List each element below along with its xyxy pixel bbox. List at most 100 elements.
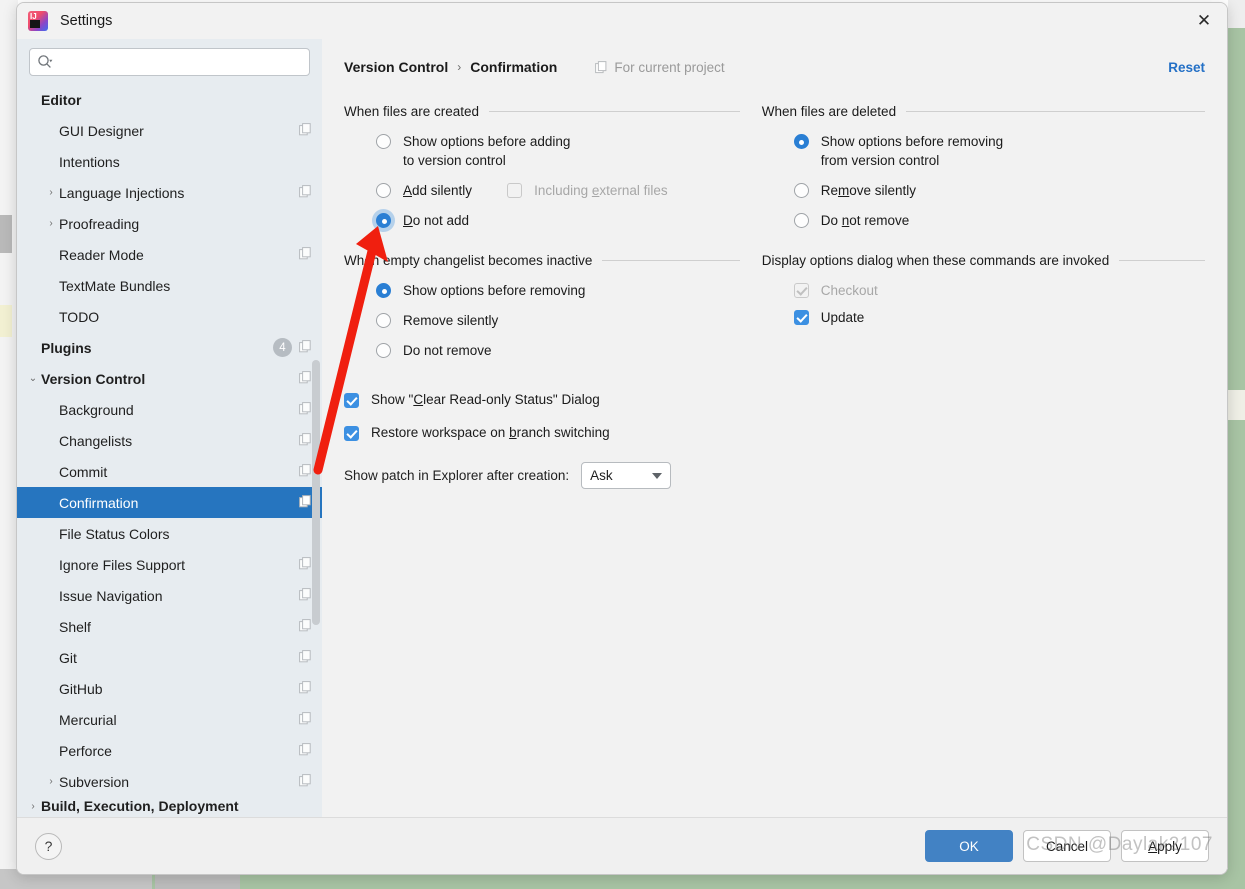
project-scope-text: For current project [614, 59, 725, 75]
sidebar-item-label: Intentions [59, 153, 120, 170]
option-including-external-files[interactable]: Including external files [507, 181, 668, 200]
watermark: CSDN @Daylak2107 [1026, 834, 1213, 855]
sidebar-item-changelists[interactable]: ›Changelists [17, 425, 322, 456]
option-label: Do not remove [403, 343, 492, 358]
option-do-not-remove-changelist[interactable]: Do not remove [344, 341, 740, 360]
checkbox-restore-workspace-on-branch-switching[interactable] [344, 426, 359, 441]
sidebar-item-plugins[interactable]: ›Plugins 4 [17, 332, 322, 363]
sidebar-item-shelf[interactable]: ›Shelf [17, 611, 322, 642]
option-label: Do not remove [820, 213, 910, 228]
sidebar-item-gui-designer[interactable]: ›GUI Designer [17, 115, 322, 146]
sidebar-scrollbar[interactable] [310, 75, 322, 855]
sidebar-scrollbar-thumb[interactable] [312, 360, 320, 625]
chevron-right-icon: › [43, 311, 59, 322]
option-label: Including external files [534, 183, 668, 198]
sidebar-item-commit[interactable]: ›Commit [17, 456, 322, 487]
checkbox-checkout[interactable] [793, 283, 809, 298]
sidebar-item-label: Version Control [41, 370, 146, 387]
chevron-right-icon: › [43, 683, 59, 694]
created-section-title: When files are created [344, 104, 480, 119]
sidebar-item-intentions[interactable]: ›Intentions [17, 146, 322, 177]
chevron-right-icon[interactable]: › [43, 187, 59, 198]
option-remove-silently-vc[interactable]: Remove silently [762, 181, 1205, 200]
option-do-not-add[interactable]: Do not add [344, 211, 740, 230]
sidebar-item-mercurial[interactable]: ›Mercurial [17, 704, 322, 735]
option-show-options-before-removing-changelist[interactable]: Show options before removing [344, 281, 740, 300]
sidebar-item-git[interactable]: ›Git [17, 642, 322, 673]
option-label: Show options before removing from versio… [820, 134, 1004, 168]
sidebar-item-label: TODO [59, 308, 100, 325]
radio-do-not-add[interactable] [376, 213, 391, 228]
radio-remove-silently[interactable] [376, 313, 391, 328]
search-icon [37, 54, 53, 70]
radio-show-options-before-adding[interactable] [376, 134, 391, 149]
sidebar-item-version-control[interactable]: ⌄ Version Control [17, 363, 322, 394]
chevron-right-icon[interactable]: › [43, 218, 59, 229]
radio-remove-silently-vc[interactable] [793, 183, 809, 198]
option-remove-silently-changelist[interactable]: Remove silently [344, 311, 740, 330]
chevron-down-icon[interactable]: ⌄ [25, 373, 41, 384]
option-restore-workspace-on-branch-switching[interactable]: Restore workspace on branch switching [344, 423, 740, 442]
option-label: Show "Clear Read-only Status" Dialog [371, 392, 600, 407]
changelist-section-header: When empty changelist becomes inactive [344, 253, 740, 268]
background-left-yellow-band [0, 305, 12, 337]
sidebar-item-label: Editor [41, 91, 82, 108]
chevron-right-icon: › [43, 559, 59, 570]
breadcrumb-current: Confirmation [470, 59, 558, 75]
sidebar-item-background[interactable]: ›Background [17, 394, 322, 425]
sidebar-item-label: Subversion [59, 773, 130, 790]
left-column: When files are created Show options befo… [344, 104, 740, 489]
sidebar-item-todo[interactable]: ›TODO [17, 301, 322, 332]
sidebar-item-confirmation[interactable]: ›Confirmation [17, 487, 322, 518]
sidebar-item-label: Reader Mode [59, 246, 144, 263]
radio-add-silently[interactable] [376, 183, 391, 198]
sidebar-item-perforce[interactable]: ›Perforce [17, 735, 322, 766]
chevron-right-icon: › [43, 466, 59, 477]
option-do-not-remove-vc[interactable]: Do not remove [762, 211, 1205, 230]
ok-button[interactable]: OK [925, 830, 1013, 862]
sidebar-item-subversion[interactable]: › Subversion [17, 766, 322, 797]
radio-show-options-before-removing[interactable] [376, 283, 391, 298]
sidebar-item-build-execution-deployment[interactable]: › Build, Execution, Deployment [17, 797, 322, 815]
breadcrumb: Version Control › Confirmation For curre… [344, 55, 1205, 79]
chevron-right-icon: › [43, 528, 59, 539]
sidebar-item-ignore-files-support[interactable]: ›Ignore Files Support [17, 549, 322, 580]
sidebar-item-github[interactable]: ›GitHub [17, 673, 322, 704]
sidebar-item-label: Confirmation [59, 494, 139, 511]
option-checkout[interactable]: Checkout [762, 281, 1205, 300]
sidebar-item-label: GUI Designer [59, 122, 144, 139]
chevron-right-icon[interactable]: › [43, 776, 59, 787]
checkbox-including-external-files[interactable] [507, 183, 523, 198]
radio-do-not-remove[interactable] [376, 343, 391, 358]
chevron-right-icon[interactable]: › [25, 801, 41, 812]
radio-show-options-before-removing-vc[interactable] [793, 134, 809, 149]
sidebar-item-label: Issue Navigation [59, 587, 163, 604]
reset-link[interactable]: Reset [1168, 60, 1205, 75]
sidebar-item-issue-navigation[interactable]: ›Issue Navigation [17, 580, 322, 611]
display-section-title: Display options dialog when these comman… [761, 253, 1110, 268]
sidebar-item-language-injections[interactable]: › Language Injections [17, 177, 322, 208]
sidebar-item-reader-mode[interactable]: ›Reader Mode [17, 239, 322, 270]
option-update[interactable]: Update [762, 308, 1205, 327]
radio-do-not-remove-vc[interactable] [793, 213, 809, 228]
search-input[interactable] [56, 53, 302, 71]
sidebar-item-textmate-bundles[interactable]: ›TextMate Bundles [17, 270, 322, 301]
settings-main-panel: Version Control › Confirmation For curre… [322, 39, 1227, 819]
help-button[interactable]: ? [35, 832, 62, 860]
option-show-options-before-removing-vc[interactable]: Show options before removing from versio… [762, 132, 1205, 170]
checkbox-show-clear-readonly-status-dialog[interactable] [344, 393, 359, 408]
breadcrumb-parent[interactable]: Version Control [344, 59, 448, 75]
option-show-clear-readonly-dialog[interactable]: Show "Clear Read-only Status" Dialog [344, 390, 740, 409]
patch-combo-select[interactable]: Ask [581, 462, 672, 489]
close-icon[interactable]: ✕ [1181, 3, 1227, 39]
sidebar-item-proofreading[interactable]: › Proofreading [17, 208, 322, 239]
search-box[interactable] [29, 48, 310, 76]
option-show-options-before-adding[interactable]: Show options before adding to version co… [344, 132, 740, 170]
sidebar-item-file-status-colors[interactable]: ›File Status Colors [17, 518, 322, 549]
sidebar-item-editor[interactable]: ›Editor [17, 84, 322, 115]
changelist-section-title: When empty changelist becomes inactive [344, 253, 593, 268]
section-divider [906, 111, 1205, 112]
chevron-right-icon: › [43, 621, 59, 632]
checkbox-update[interactable] [793, 310, 809, 325]
option-add-silently[interactable]: Add silently [344, 181, 472, 200]
